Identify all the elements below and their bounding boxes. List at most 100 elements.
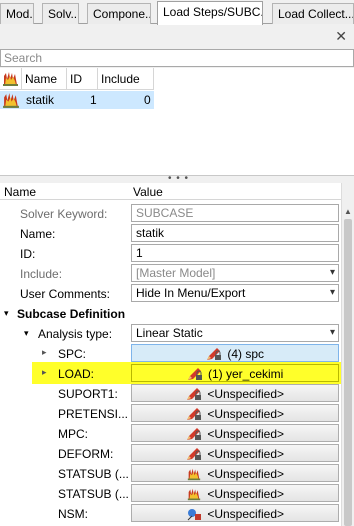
expand-arrow-icon[interactable]: ▸ (42, 367, 47, 378)
nsm-value: <Unspecified> (207, 506, 285, 521)
property-label: MPC: (58, 427, 88, 441)
tab-label: Load Collect... (278, 7, 354, 21)
loadstep-icon (187, 468, 201, 481)
statsub-1-selector-button[interactable]: <Unspecified> (131, 464, 339, 482)
suport1-selector-button[interactable]: <Unspecified> (131, 384, 339, 402)
search-input[interactable]: Search (0, 49, 354, 67)
scrollbar-thumb[interactable] (344, 219, 352, 526)
spc-selector-button[interactable]: (4) spc (131, 344, 339, 362)
property-row-deform: DEFORM: <Unspecified> (0, 443, 341, 463)
property-label: Include: (20, 267, 63, 281)
property-row-nsm: NSM: <Unspecified> (0, 503, 341, 523)
property-group-subcase-definition[interactable]: ▾ Subcase Definition (0, 303, 341, 323)
pretensi-selector-button[interactable]: <Unspecified> (131, 404, 339, 422)
property-row-statsub-2: STATSUB (... <Unspecified> (0, 483, 341, 503)
expand-arrow-icon[interactable]: ▸ (42, 347, 47, 358)
column-label: Include (101, 72, 140, 86)
property-row-include: Include: [Master Model] ▾ (0, 263, 341, 283)
tab-model[interactable]: Mod... (0, 3, 34, 24)
header-value: Value (133, 185, 163, 199)
property-label: DEFORM: (58, 447, 114, 461)
property-row-name: Name: statik (0, 223, 341, 243)
tab-label: Compone... (93, 7, 151, 21)
load-selector-button[interactable]: (1) yer_cekimi (131, 364, 339, 382)
id-field[interactable]: 1 (131, 244, 339, 262)
nsm-selector-button[interactable]: <Unspecified> (131, 504, 339, 522)
row-include: 0 (144, 93, 151, 107)
chevron-down-icon: ▾ (329, 287, 335, 298)
property-label: PRETENSI... (58, 407, 129, 421)
pencil-lock-icon (186, 427, 201, 440)
mpc-value: <Unspecified> (207, 426, 285, 441)
list-header-name[interactable]: Name (22, 68, 67, 90)
close-icon[interactable]: ✕ (335, 28, 347, 45)
pencil-lock-icon (186, 387, 201, 400)
property-row-statsub-1: STATSUB (... <Unspecified> (0, 463, 341, 483)
list-header-include[interactable]: Include (98, 68, 154, 90)
statsub-2-value: <Unspecified> (207, 486, 285, 501)
property-header: Name Value (0, 183, 341, 200)
property-label: STATSUB (... (58, 487, 129, 501)
property-row-mpc: MPC: <Unspecified> (0, 423, 341, 443)
property-row-solver-keyword: Solver Keyword: SUBCASE (0, 203, 341, 223)
pencil-lock-icon (187, 367, 202, 380)
property-row-suport1: SUPORT1: <Unspecified> (0, 383, 341, 403)
pencil-lock-icon (186, 407, 201, 420)
solver-keyword-field: SUBCASE (131, 204, 339, 222)
loadstep-icon (187, 488, 201, 501)
header-name: Name (4, 185, 37, 199)
property-label: User Comments: (20, 287, 111, 301)
name-field[interactable]: statik (131, 224, 339, 242)
loadstep-icon (3, 72, 18, 86)
mpc-selector-button[interactable]: <Unspecified> (131, 424, 339, 442)
vertical-scrollbar[interactable]: ▲ (341, 183, 354, 526)
collapse-arrow-icon[interactable]: ▾ (24, 328, 29, 339)
column-label: Name (25, 72, 58, 86)
deform-selector-button[interactable]: <Unspecified> (131, 444, 339, 462)
suport1-value: <Unspecified> (207, 386, 285, 401)
property-label: NSM: (58, 507, 88, 521)
property-row-analysis-type: ▾ Analysis type: Linear Static ▾ (0, 323, 341, 343)
tab-label: Load Steps/SUBC... (163, 5, 263, 19)
pencil-lock-icon (186, 447, 201, 460)
analysis-type-select[interactable]: Linear Static ▾ (131, 324, 339, 342)
panel-toolbar: ✕ (0, 25, 354, 48)
tab-bar: Mod... Solv... Compone... Load Steps/SUB… (0, 0, 354, 25)
spc-value: (4) spc (227, 346, 265, 361)
row-name: statik (26, 93, 55, 107)
group-label: Subcase Definition (17, 307, 126, 321)
property-label: Solver Keyword: (20, 207, 108, 221)
statsub-2-selector-button[interactable]: <Unspecified> (131, 484, 339, 502)
load-value: (1) yer_cekimi (207, 366, 284, 381)
property-label: LOAD: (58, 367, 95, 381)
property-row-id: ID: 1 (0, 243, 341, 263)
pencil-lock-icon (206, 347, 221, 360)
user-comments-select[interactable]: Hide In Menu/Export ▾ (131, 284, 339, 302)
loadstep-list: Name ID Include statik 1 0 (0, 68, 354, 175)
pretensi-value: <Unspecified> (207, 406, 285, 421)
list-header-icon[interactable] (0, 68, 22, 90)
property-row-spc: ▸ SPC: (4) spc (0, 343, 341, 363)
property-label: SPC: (58, 347, 87, 361)
property-row-user-comments: User Comments: Hide In Menu/Export ▾ (0, 283, 341, 303)
nsm-icon (187, 508, 201, 521)
tab-load-collectors[interactable]: Load Collect... (272, 3, 354, 24)
chevron-down-icon: ▾ (329, 327, 335, 338)
tab-label: Mod... (6, 7, 33, 21)
list-item[interactable]: statik 1 0 (0, 91, 154, 109)
list-header-id[interactable]: ID (67, 68, 98, 90)
deform-value: <Unspecified> (207, 446, 285, 461)
collapse-arrow-icon[interactable]: ▾ (4, 308, 9, 319)
panel-splitter[interactable]: • • • (0, 173, 354, 184)
include-select[interactable]: [Master Model] ▾ (131, 264, 339, 282)
property-row-load: ▸ LOAD: (1) yer_cekimi (0, 363, 341, 383)
scroll-up-icon[interactable]: ▲ (344, 207, 352, 216)
tab-solver[interactable]: Solv... (42, 3, 79, 24)
property-label: ID: (20, 247, 36, 261)
tab-component[interactable]: Compone... (87, 3, 151, 24)
property-label: Name: (20, 227, 56, 241)
analysis-type-value: Linear Static (136, 326, 203, 340)
tab-load-steps[interactable]: Load Steps/SUBC... (157, 1, 263, 25)
property-label: STATSUB (... (58, 467, 129, 481)
column-label: ID (70, 72, 82, 86)
